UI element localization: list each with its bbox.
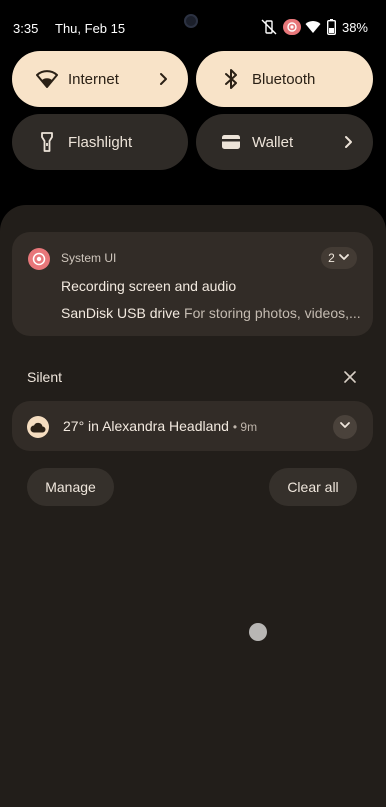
- notification-usb-title: SanDisk USB drive: [61, 305, 181, 321]
- weather-expand-button[interactable]: [333, 415, 357, 439]
- status-time: 3:35: [13, 21, 39, 36]
- tile-wallet[interactable]: Wallet: [196, 114, 373, 170]
- notification-usb-line: SanDisk USB drive For storing photos, vid…: [61, 305, 361, 321]
- notification-expand-button[interactable]: 2: [321, 247, 357, 269]
- notification-usb-text: For storing photos, videos,...: [184, 305, 361, 321]
- tile-internet[interactable]: Internet: [12, 51, 188, 107]
- status-icons: 38%: [261, 18, 368, 36]
- bluetooth-icon: [220, 68, 242, 90]
- flashlight-icon: [36, 131, 58, 153]
- battery-percent: 38%: [341, 19, 368, 35]
- weather-text-line: 27° in Alexandra Headland • 9m: [63, 418, 258, 434]
- wifi-icon: [305, 19, 321, 35]
- status-date: Thu, Feb 15: [55, 21, 126, 36]
- touch-indicator: [249, 623, 267, 641]
- battery-icon: [326, 19, 336, 36]
- weather-text: 27° in Alexandra Headland: [63, 418, 229, 434]
- screen-record-icon: [282, 19, 301, 35]
- notification-count: 2: [328, 251, 335, 265]
- cloud-icon: [27, 416, 49, 438]
- tile-bluetooth[interactable]: Bluetooth: [196, 51, 373, 107]
- notification-system-ui[interactable]: System UI 2 Recording screen and audio S…: [12, 232, 373, 336]
- mute-vibrate-icon: [261, 19, 277, 35]
- tile-label: Bluetooth: [252, 70, 316, 88]
- chevron-down-icon: [338, 251, 350, 266]
- chevron-down-icon: [339, 418, 351, 436]
- front-camera: [184, 14, 198, 28]
- chevron-right-icon: [339, 133, 357, 151]
- notification-title: Recording screen and audio: [61, 278, 237, 294]
- weather-time: 9m: [240, 420, 258, 434]
- wifi-icon: [36, 68, 58, 90]
- notification-app-name: System UI: [61, 251, 117, 265]
- chevron-right-icon: [154, 70, 172, 88]
- tile-flashlight[interactable]: Flashlight: [12, 114, 188, 170]
- tile-label: Flashlight: [68, 133, 133, 151]
- status-bar: 3:35 Thu, Feb 15 38%: [0, 0, 386, 40]
- tile-label: Wallet: [252, 133, 294, 151]
- close-icon[interactable]: [344, 370, 356, 383]
- clear-all-button[interactable]: Clear all: [269, 468, 357, 506]
- notification-weather[interactable]: 27° in Alexandra Headland • 9m: [12, 401, 373, 451]
- silent-section-header: Silent: [27, 369, 63, 385]
- manage-button[interactable]: Manage: [27, 468, 114, 506]
- screen-record-icon: [28, 248, 50, 270]
- tile-label: Internet: [68, 70, 119, 88]
- wallet-icon: [220, 131, 242, 153]
